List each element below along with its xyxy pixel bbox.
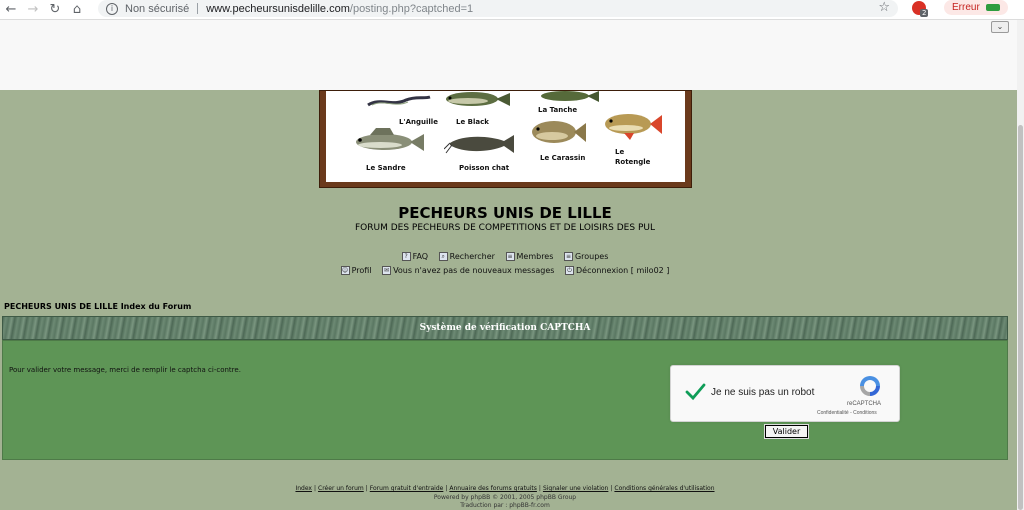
nav-faq[interactable]: ? FAQ	[401, 252, 429, 261]
recaptcha-label[interactable]: Je ne suis pas un robot	[711, 387, 814, 398]
forum-banner: L'Anguille Le Black La Tanche Le Sandre …	[319, 90, 692, 188]
nav-logout[interactable]: ⏻ Déconnexion [ milo02 ]	[565, 266, 669, 275]
nav-label: Membres	[516, 252, 554, 261]
nav-search[interactable]: ⌕ Rechercher	[438, 252, 495, 261]
fish-label: La Tanche	[538, 106, 578, 114]
messages-icon: ✉	[382, 266, 392, 275]
carassin-icon	[532, 121, 586, 143]
nav-label: Rechercher	[449, 252, 495, 261]
zander-icon	[356, 128, 424, 151]
fish-label: Le	[615, 148, 625, 156]
scrollbar-thumb[interactable]	[1018, 125, 1023, 510]
captcha-instruction: Pour valider votre message, merci de rem…	[9, 366, 241, 374]
extension-logo-icon	[985, 4, 1000, 11]
eel-icon	[367, 95, 431, 107]
nav-groups[interactable]: ≡ Groupes	[563, 252, 609, 261]
breadcrumb[interactable]: PECHEURS UNIS DE LILLE Index du Forum	[4, 302, 191, 311]
faq-icon: ?	[401, 252, 411, 261]
bookmark-star-icon[interactable]: ☆	[878, 0, 890, 15]
site-title: PECHEURS UNIS DE LILLE	[398, 204, 612, 222]
footer-link-create-forum[interactable]: Créer un forum	[318, 485, 364, 492]
nav-members[interactable]: ≡ Membres	[505, 252, 554, 261]
nav-label: Déconnexion [ milo02 ]	[576, 266, 670, 275]
checkmark-icon[interactable]	[684, 381, 706, 403]
error-label: Erreur	[952, 2, 980, 13]
recaptcha-logo-icon	[860, 376, 880, 396]
nav-label: FAQ	[412, 252, 429, 261]
banner-picture: L'Anguille Le Black La Tanche Le Sandre …	[326, 91, 685, 182]
recaptcha-brand: reCAPTCHA	[847, 401, 882, 407]
browser-toolbar: ← → ↻ ⌂ i Non sécurisé www.pecheursunisd…	[0, 0, 1024, 20]
footer-link-help-forum[interactable]: Forum gratuit d'entraide	[370, 485, 444, 492]
rudd-icon	[605, 114, 662, 140]
footer-link-report[interactable]: Signaler une violation	[543, 485, 608, 492]
footer-translation: Traduction par : phpBB-fr.com	[460, 502, 550, 509]
logout-icon: ⏻	[565, 266, 575, 275]
chevron-down-icon[interactable]: ⌄	[991, 21, 1009, 33]
captcha-panel-title: Système de vérification CAPTCHA	[419, 323, 591, 333]
footer-powered: Powered by phpBB © 2001, 2005 phpBB Grou…	[433, 494, 577, 501]
reload-icon[interactable]: ↻	[44, 0, 66, 20]
extension-badge: 2	[920, 9, 929, 17]
forward-icon[interactable]: →	[22, 0, 44, 20]
profile-icon: ☺	[340, 266, 350, 275]
nav-messages[interactable]: ✉ Vous n'avez pas de nouveaux messages	[382, 266, 554, 275]
tench-icon	[541, 91, 599, 102]
fish-label: Le Sandre	[366, 164, 406, 172]
nav-label: Vous n'avez pas de nouveaux messages	[393, 266, 555, 275]
nav-row-2: ☺ Profil ✉ Vous n'avez pas de nouveaux mes…	[0, 265, 1010, 275]
error-button[interactable]: Erreur	[944, 0, 1008, 15]
recaptcha-widget: Je ne suis pas un robot reCAPTCHA Confid…	[670, 365, 900, 422]
omnibox-divider	[197, 3, 199, 14]
page-top-band	[0, 20, 1017, 90]
footer-link-directory[interactable]: Annuaire des forums gratuits	[449, 485, 537, 492]
black-bass-icon	[446, 92, 510, 106]
back-icon[interactable]: ←	[0, 0, 22, 20]
footer-link-terms[interactable]: Conditions générales d'utilisation	[614, 485, 714, 492]
fish-label: Le Black	[456, 118, 489, 126]
recaptcha-links[interactable]: Confidentialité - Conditions	[817, 410, 877, 416]
address-bar[interactable]: i Non sécurisé www.pecheursunisdelille.c…	[98, 0, 898, 17]
home-icon[interactable]: ⌂	[66, 0, 88, 20]
fish-label: Poisson chat	[459, 164, 510, 172]
footer-links: Index | Créer un forum | Forum gratuit d'ent…	[295, 485, 715, 492]
captcha-panel-body: Pour valider votre message, merci de rem…	[2, 340, 1008, 460]
search-icon: ⌕	[438, 252, 448, 261]
fish-label: L'Anguille	[399, 118, 438, 126]
info-icon[interactable]: i	[106, 2, 118, 15]
members-icon: ≡	[505, 252, 515, 261]
nav-label: Profil	[351, 266, 372, 275]
nav-label: Groupes	[574, 252, 609, 261]
fish-label: Rotengle	[615, 158, 651, 166]
valider-button[interactable]: Valider	[764, 424, 809, 439]
site-subtitle: FORUM DES PECHEURS DE COMPETITIONS ET DE…	[355, 223, 655, 233]
catfish-icon	[444, 135, 514, 154]
security-label[interactable]: Non sécurisé	[125, 3, 189, 15]
footer-link-index[interactable]: Index	[295, 485, 312, 492]
fish-label: Le Carassin	[540, 154, 586, 162]
nav-row-1: ? FAQ ⌕ Rechercher ≡ Membres ≡ Groupes	[0, 251, 1010, 261]
url-text[interactable]: www.pecheursunisdelille.com/posting.php?…	[206, 3, 473, 15]
nav-profile[interactable]: ☺ Profil	[340, 266, 372, 275]
captcha-panel-header: Système de vérification CAPTCHA	[2, 316, 1008, 340]
groups-icon: ≡	[563, 252, 573, 261]
